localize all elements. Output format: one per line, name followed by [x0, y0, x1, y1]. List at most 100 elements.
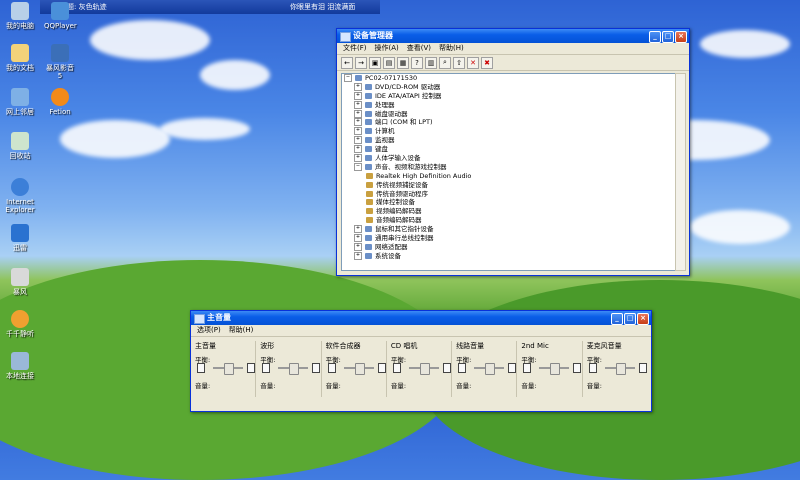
tree-item[interactable]: + 系统设备 — [342, 251, 676, 261]
back-icon[interactable]: ← — [341, 56, 353, 69]
help-icon[interactable]: ? — [411, 56, 423, 69]
print-icon[interactable]: ▦ — [397, 56, 409, 69]
balance-knob[interactable] — [615, 363, 626, 375]
balance-slider[interactable] — [539, 363, 570, 375]
desktop-icon-baofeng[interactable]: 暴风 — [4, 268, 36, 296]
balance-slider[interactable] — [278, 363, 309, 375]
expander-icon[interactable]: + — [354, 145, 362, 154]
scan-icon[interactable]: ⌕ — [439, 56, 451, 69]
expander-icon[interactable]: + — [354, 234, 362, 243]
mixer-column: 2nd Mic 平衡: 音量: — [521, 341, 583, 397]
mixer-close-button[interactable]: × — [637, 313, 649, 325]
mixer-column: 线路音量 平衡: 音量: — [456, 341, 518, 397]
menu-view[interactable]: 查看(V) — [407, 43, 431, 54]
balance-knob[interactable] — [550, 363, 561, 375]
balance-knob[interactable] — [224, 363, 234, 375]
balance-knob[interactable] — [419, 363, 430, 375]
expander-icon[interactable]: + — [354, 118, 362, 127]
mixer-titlebar[interactable]: 主音量 _ □ × — [191, 311, 651, 325]
menu-help[interactable]: 帮助(H) — [439, 43, 464, 54]
desktop-icon-network[interactable]: 网上邻居 — [4, 88, 36, 116]
disable-icon[interactable]: ✕ — [467, 56, 479, 69]
volume-mixer-window: 主音量 _ □ × 选项(P) 帮助(H) 主音量 平衡: 音量: 波形 平衡: 音量: 软… — [190, 310, 652, 412]
expander-icon[interactable]: + — [354, 91, 362, 100]
tree-item[interactable]: + 网络适配器 — [342, 242, 676, 252]
tree-item[interactable]: + IDE ATA/ATAPI 控制器 — [342, 91, 676, 101]
desktop-icon-ttplayer[interactable]: 千千静听 — [4, 310, 36, 338]
tree-item[interactable]: + 键盘 — [342, 145, 676, 154]
balance-slider[interactable] — [408, 363, 439, 375]
expander-icon[interactable]: + — [354, 251, 362, 260]
balance-knob[interactable] — [485, 363, 496, 375]
toolbar: ← → ▣ ▤ ▦ ? ▥ ⌕ ⇧ ✕ ✖ — [337, 55, 689, 71]
volume-label: 音量: — [325, 382, 341, 390]
device-manager-icon — [340, 32, 351, 42]
desktop-icon-qqplayer[interactable]: QQPlayer — [44, 2, 77, 30]
device-tree: − PC02-07171530 + DVD/CD-ROM 驱动器 + IDE ATA/A… — [341, 73, 677, 271]
menu-file[interactable]: 文件(F) — [343, 43, 367, 54]
desktop-icon-my-documents[interactable]: 我的文档 — [4, 44, 36, 72]
tree-item[interactable]: + 计算机 — [342, 127, 676, 136]
tree-item[interactable]: 视频编码解码器 — [342, 207, 676, 216]
tree-item[interactable]: − 声音、视频和游戏控制器 — [342, 162, 676, 172]
device-icon — [366, 199, 373, 206]
tree-item[interactable]: Realtek High Definition Audio — [342, 172, 676, 181]
expander-icon[interactable]: + — [354, 127, 362, 136]
forward-icon[interactable]: → — [355, 56, 367, 69]
tree-item[interactable]: + 处理器 — [342, 100, 676, 110]
device-icon — [365, 128, 372, 135]
menu-options[interactable]: 选项(P) — [197, 325, 221, 336]
expander-icon[interactable]: + — [354, 82, 362, 91]
up-icon[interactable]: ▣ — [369, 56, 381, 69]
balance-slider[interactable] — [474, 363, 505, 375]
desktop-icon-recycle-bin[interactable]: 回收站 — [4, 132, 36, 160]
tree-item[interactable]: + 端口 (COM 和 LPT) — [342, 118, 676, 127]
mixer-maximize-button[interactable]: □ — [624, 313, 636, 325]
expander-icon[interactable]: + — [354, 154, 362, 163]
tree-scrollbar[interactable] — [675, 73, 686, 271]
expander-icon[interactable]: + — [354, 136, 362, 145]
uninstall-icon[interactable]: ✖ — [481, 56, 493, 69]
desktop-icon-my-computer[interactable]: 我的电脑 — [4, 2, 36, 30]
desktop-icon-xunlei[interactable]: 迅雷 — [4, 224, 36, 252]
expander-icon[interactable]: + — [354, 225, 362, 234]
tree-item-label: 端口 (COM 和 LPT) — [375, 118, 433, 127]
balance-knob[interactable] — [354, 363, 365, 375]
tree-item-label: 处理器 — [375, 100, 395, 109]
desktop-icon-baofeng5[interactable]: 暴风影音5 — [44, 44, 76, 80]
tree-item-label: 鼠标和其它指针设备 — [375, 225, 434, 234]
minimize-button[interactable]: _ — [649, 31, 661, 43]
tree-item[interactable]: + 监视器 — [342, 136, 676, 145]
desktop-icon-fetion[interactable]: Fetion — [44, 88, 76, 116]
tree-item[interactable]: + DVD/CD-ROM 驱动器 — [342, 82, 676, 92]
device-icon — [365, 243, 372, 250]
mixer-minimize-button[interactable]: _ — [611, 313, 623, 325]
menu-action[interactable]: 操作(A) — [375, 43, 399, 54]
tree-root[interactable]: − PC02-07171530 — [342, 74, 676, 83]
properties-icon[interactable]: ▤ — [383, 56, 395, 69]
device-manager-titlebar[interactable]: 设备管理器 _ □ × — [337, 29, 689, 43]
expander-icon[interactable]: + — [354, 242, 362, 251]
balance-knob[interactable] — [289, 363, 300, 375]
expander-icon[interactable]: − — [354, 162, 362, 171]
close-button[interactable]: × — [675, 31, 687, 43]
desktop-icon-ie[interactable]: Internet Explorer — [4, 178, 36, 214]
update-driver-icon[interactable]: ⇧ — [453, 56, 465, 69]
expander-icon[interactable]: + — [354, 100, 362, 109]
tree-item[interactable]: 传统视频捕捉设备 — [342, 181, 676, 190]
balance-slider[interactable] — [213, 363, 243, 375]
mixer-column-name: 软件合成器 — [325, 342, 361, 350]
balance-slider[interactable] — [604, 363, 635, 375]
desktop-icon-local-connection[interactable]: 本地连接 — [4, 352, 36, 380]
device-icon — [366, 181, 373, 188]
maximize-button[interactable]: □ — [662, 31, 674, 43]
mixer-column: 软件合成器 平衡: 音量: — [326, 341, 387, 397]
tree-item[interactable]: + 鼠标和其它指针设备 — [342, 225, 676, 234]
tree-item[interactable]: 音频编码解码器 — [342, 216, 676, 225]
balance-slider[interactable] — [343, 363, 374, 375]
tree-item[interactable]: + 通用串行总线控制器 — [342, 234, 676, 243]
expander-icon[interactable]: + — [354, 109, 362, 118]
menu-mixer-help[interactable]: 帮助(H) — [229, 325, 254, 336]
view-icon[interactable]: ▥ — [425, 56, 437, 69]
tree-item[interactable]: + 人体学输入设备 — [342, 154, 676, 163]
